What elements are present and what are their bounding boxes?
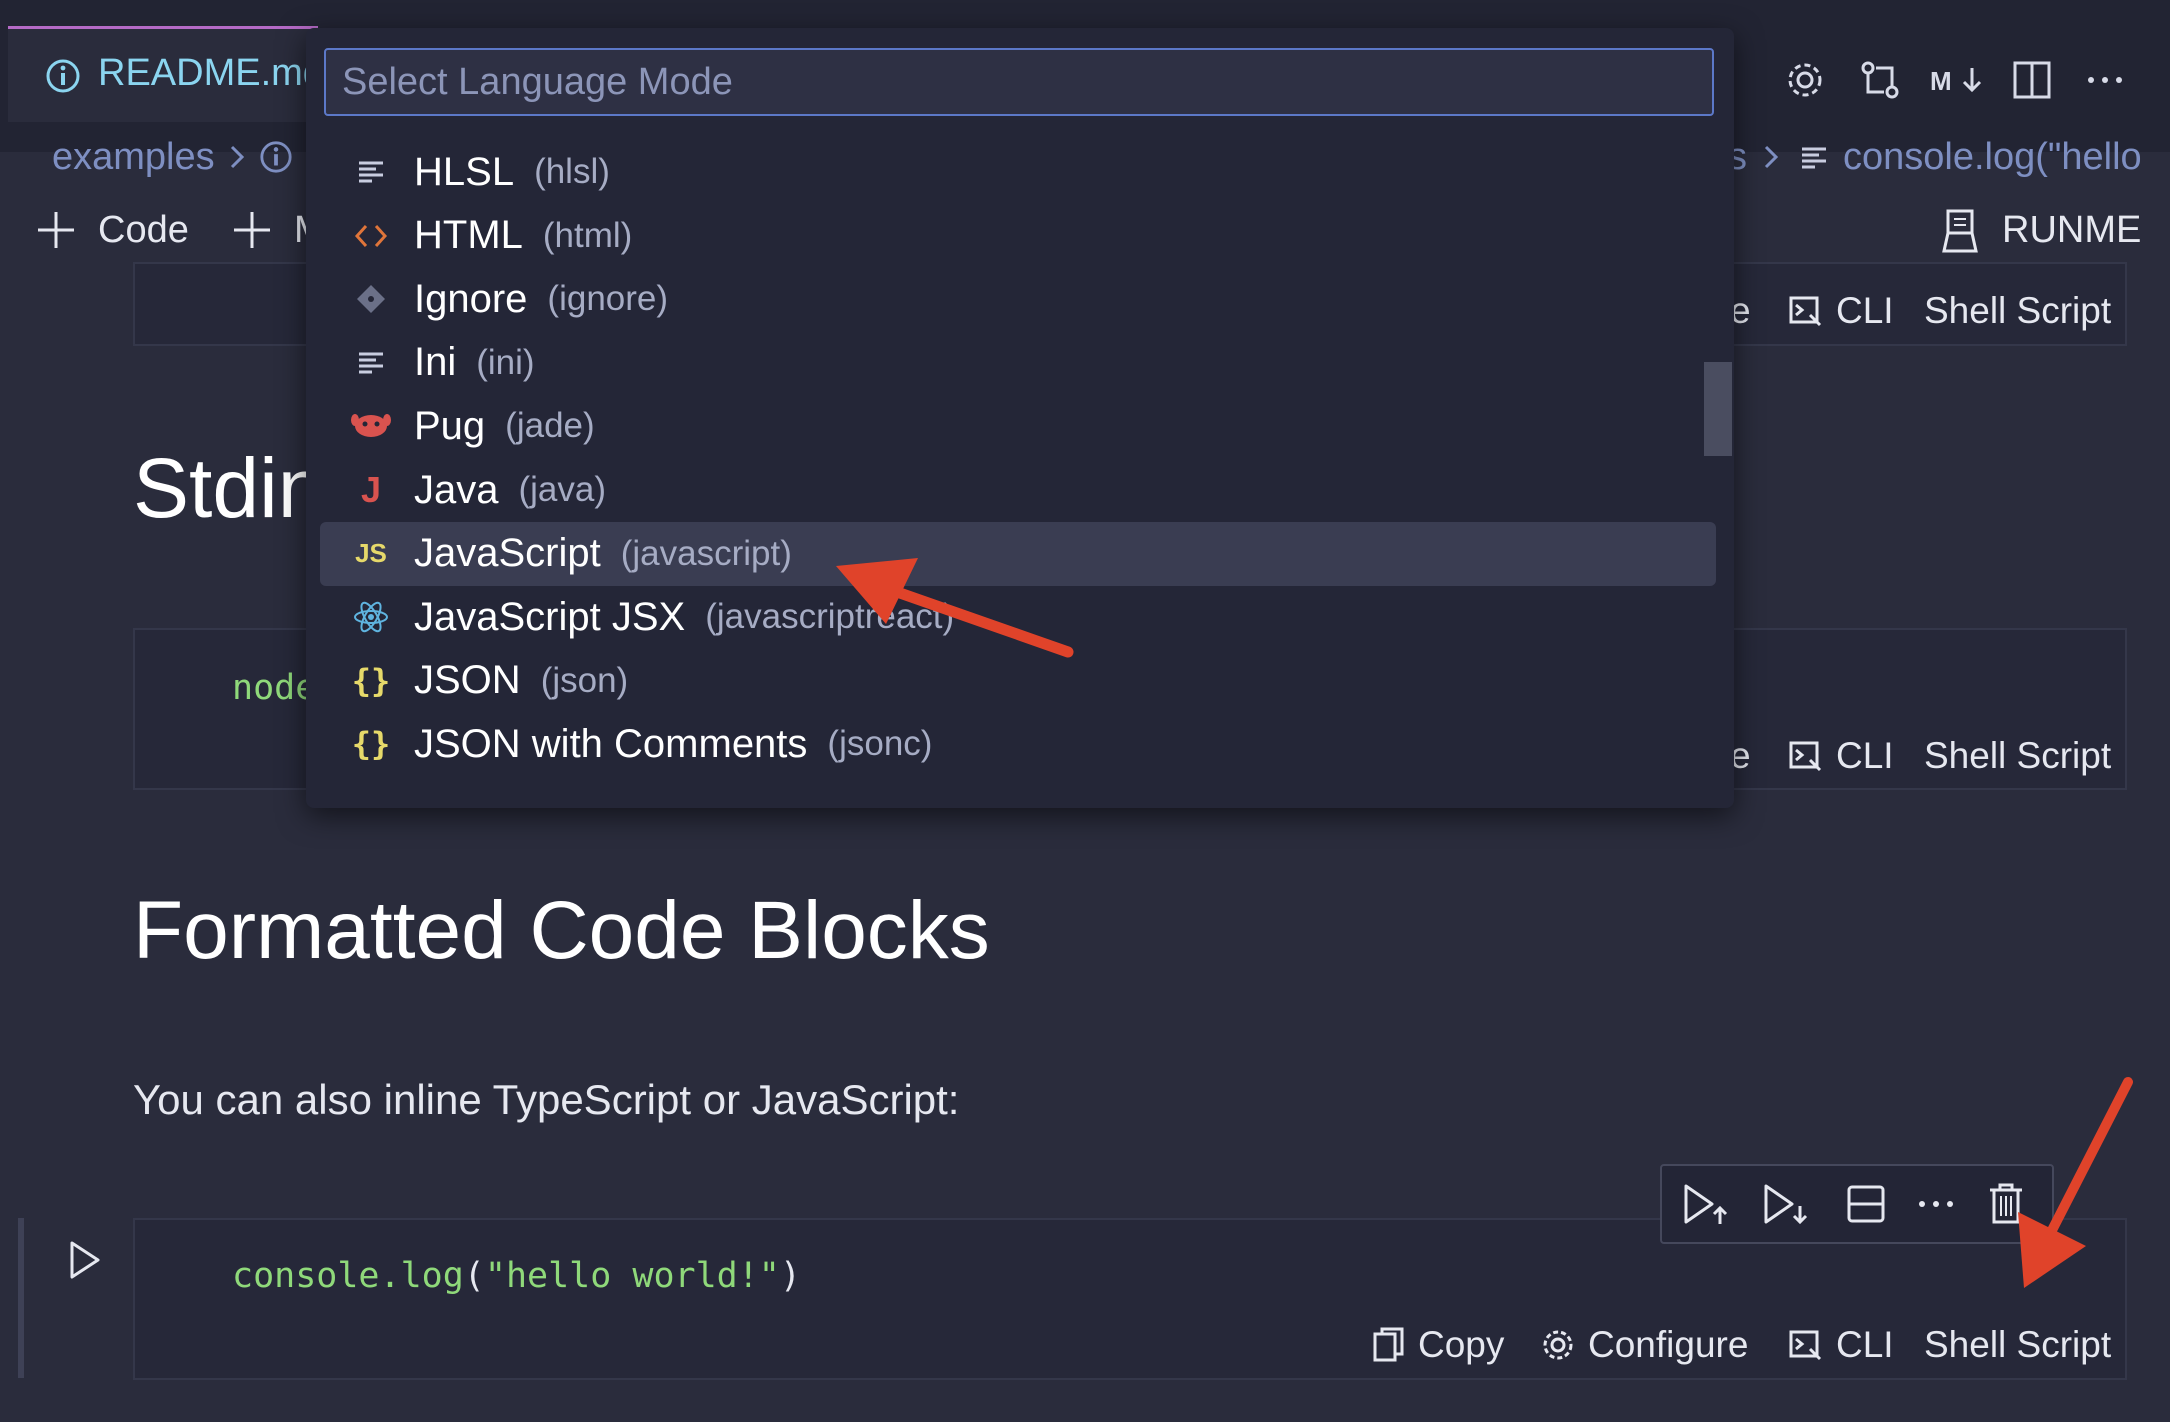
annotation-overlay xyxy=(836,558,2133,1288)
arrow-to-shell-script-icon xyxy=(2018,1077,2133,1288)
arrow-to-javascript-icon xyxy=(836,558,1074,658)
